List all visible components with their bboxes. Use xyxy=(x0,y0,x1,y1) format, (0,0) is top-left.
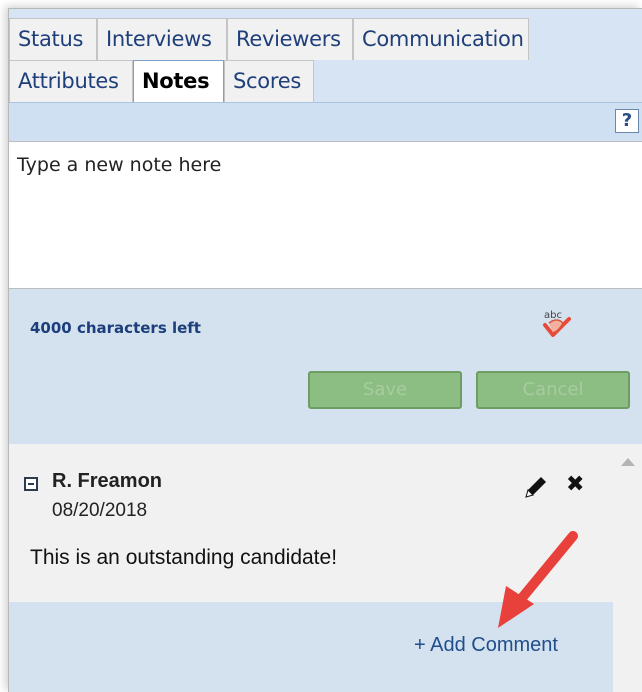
characters-left-counter: 4000 characters left xyxy=(30,319,201,337)
tab-strip: Status Interviews Reviewers Communicatio… xyxy=(9,9,642,103)
tab-attributes[interactable]: Attributes xyxy=(9,60,133,102)
tab-reviewers[interactable]: Reviewers xyxy=(227,18,353,60)
help-bar: ? xyxy=(9,102,642,141)
comment-bar: + Add Comment xyxy=(9,602,613,692)
edit-pencil-icon[interactable] xyxy=(523,474,549,500)
new-note-input[interactable] xyxy=(17,154,627,274)
scroll-up-arrow-icon[interactable] xyxy=(621,458,635,466)
cancel-button[interactable]: Cancel xyxy=(476,371,630,409)
collapse-icon[interactable] xyxy=(24,477,38,491)
notes-panel: Status Interviews Reviewers Communicatio… xyxy=(8,8,642,692)
note-author: R. Freamon xyxy=(52,470,163,492)
help-button[interactable]: ? xyxy=(615,109,639,133)
notes-scrollbar[interactable] xyxy=(613,444,642,692)
tab-scores[interactable]: Scores xyxy=(224,60,314,102)
new-note-area xyxy=(9,141,642,289)
delete-icon[interactable]: ✖ xyxy=(566,472,584,498)
save-button[interactable]: Save xyxy=(308,371,462,409)
tab-status[interactable]: Status xyxy=(9,18,97,60)
tab-row-2: Attributes Notes Scores xyxy=(9,60,314,103)
note-date: 08/20/2018 xyxy=(52,500,148,521)
note-controls: 4000 characters left abc Save Cancel xyxy=(9,289,642,444)
tab-interviews[interactable]: Interviews xyxy=(97,18,227,60)
note-text: This is an outstanding candidate! xyxy=(30,546,338,569)
spellcheck-icon[interactable]: abc xyxy=(539,307,575,341)
tab-notes[interactable]: Notes xyxy=(133,60,224,103)
tab-row-1: Status Interviews Reviewers Communicatio… xyxy=(9,18,529,60)
spellcheck-abc-text: abc xyxy=(544,310,562,321)
tab-communication[interactable]: Communication xyxy=(353,18,529,60)
add-comment-link[interactable]: + Add Comment xyxy=(414,634,558,657)
notes-list: R. Freamon 08/20/2018 ✖ This is an outst… xyxy=(9,444,642,692)
note-item: R. Freamon 08/20/2018 ✖ This is an outst… xyxy=(9,444,613,692)
